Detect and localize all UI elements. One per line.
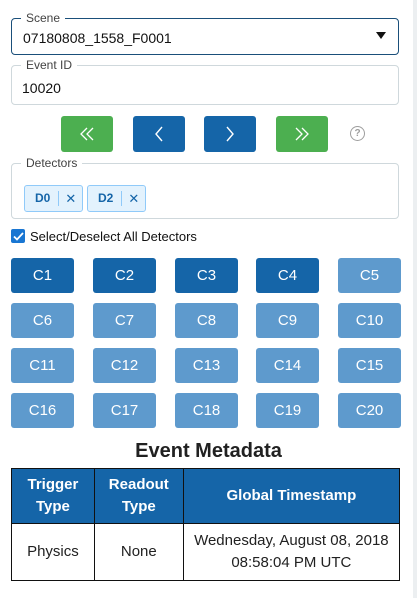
channel-button-c13[interactable]: C13: [175, 348, 238, 383]
channel-button-c9[interactable]: C9: [256, 303, 319, 338]
metadata-title: Event Metadata: [135, 440, 282, 462]
channel-button-c4[interactable]: C4: [256, 258, 319, 293]
channel-button-c2[interactable]: C2: [93, 258, 156, 293]
chevron-left-icon: [155, 126, 163, 142]
double-chevron-left-icon: [80, 127, 94, 141]
event-id-value: 10020: [22, 80, 61, 96]
checkbox-checked-icon[interactable]: [11, 229, 25, 243]
remove-chip-icon[interactable]: ✕: [122, 191, 145, 206]
channel-button-c3[interactable]: C3: [175, 258, 238, 293]
channel-button-c18[interactable]: C18: [175, 393, 238, 428]
event-id-label: Event ID: [21, 58, 78, 72]
metadata-table: Trigger Type Readout Type Global Timestamp…: [11, 468, 401, 581]
channel-button-c7[interactable]: C7: [93, 303, 156, 338]
side-strip: [413, 0, 417, 598]
channel-button-c16[interactable]: C16: [11, 393, 74, 428]
channel-button-c8[interactable]: C8: [175, 303, 238, 338]
scene-label: Scene: [21, 11, 66, 25]
event-id-field[interactable]: Event ID 10020: [11, 58, 399, 105]
detectors-label: Detectors: [21, 156, 83, 170]
channel-button-c1[interactable]: C1: [11, 258, 74, 293]
scene-value: 07180808_1558_F0001: [23, 30, 172, 46]
channel-button-c10[interactable]: C10: [338, 303, 401, 338]
select-all-label: Select/Deselect All Detectors: [30, 228, 197, 244]
first-event-button[interactable]: [61, 116, 113, 152]
header-readout-type: Readout Type: [93, 468, 184, 524]
table-header-row: Trigger Type Readout Type Global Timestamp: [11, 468, 401, 524]
detector-chip-d0: D0 ✕: [24, 185, 84, 212]
channel-button-c12[interactable]: C12: [93, 348, 156, 383]
channel-button-c19[interactable]: C19: [256, 393, 319, 428]
detector-chip-d2: D2 ✕: [87, 185, 147, 212]
channel-button-c11[interactable]: C11: [11, 348, 74, 383]
channel-button-c14[interactable]: C14: [256, 348, 319, 383]
chevron-right-icon: [226, 126, 234, 142]
detector-chip-label: D0: [25, 191, 60, 206]
previous-event-button[interactable]: [133, 116, 185, 152]
scene-select[interactable]: Scene 07180808_1558_F0001: [11, 11, 399, 55]
channel-button-c20[interactable]: C20: [338, 393, 401, 428]
header-trigger-type: Trigger Type: [11, 468, 95, 524]
header-global-timestamp: Global Timestamp: [182, 468, 401, 524]
dropdown-arrow-icon[interactable]: [376, 32, 386, 39]
double-chevron-right-icon: [295, 127, 309, 141]
select-all-detectors[interactable]: Select/Deselect All Detectors: [11, 227, 197, 245]
help-icon[interactable]: ?: [350, 126, 365, 141]
table-row: Physics None Wednesday, August 08, 2018 0…: [11, 523, 401, 581]
channel-button-c15[interactable]: C15: [338, 348, 401, 383]
cell-global-timestamp: Wednesday, August 08, 2018 08:58:04 PM UT…: [182, 523, 401, 581]
channel-button-c6[interactable]: C6: [11, 303, 74, 338]
remove-chip-icon[interactable]: ✕: [59, 191, 82, 206]
detectors-select[interactable]: Detectors D0 ✕ D2 ✕: [11, 156, 399, 219]
next-event-button[interactable]: [204, 116, 256, 152]
cell-trigger-type: Physics: [11, 523, 95, 581]
channel-button-c5[interactable]: C5: [338, 258, 401, 293]
last-event-button[interactable]: [276, 116, 328, 152]
detector-chip-label: D2: [88, 191, 123, 206]
cell-readout-type: None: [93, 523, 184, 581]
channel-button-c17[interactable]: C17: [93, 393, 156, 428]
